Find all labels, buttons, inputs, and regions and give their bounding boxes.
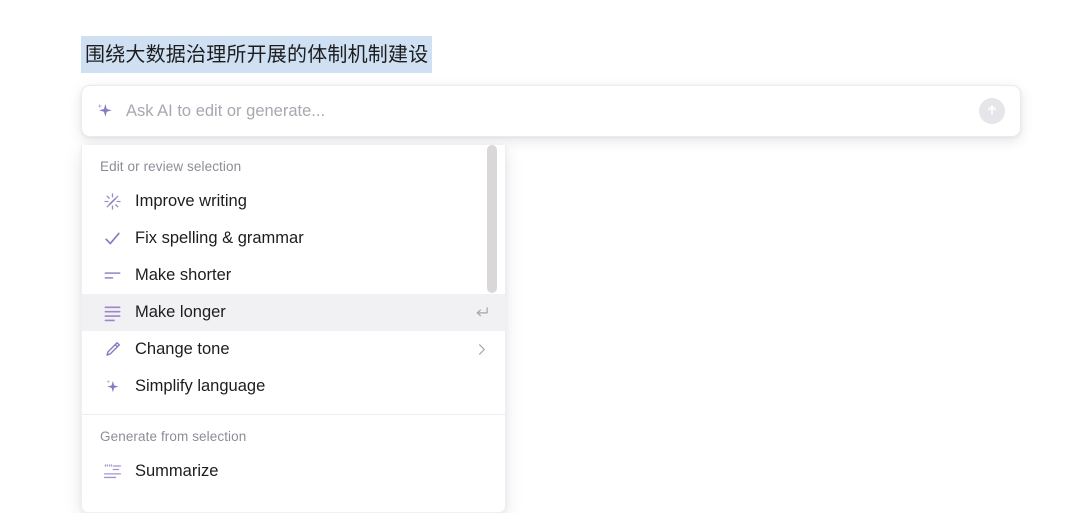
menu-item-simplify-language[interactable]: Simplify language [82,368,505,405]
check-icon [100,228,124,250]
lines-long-icon [100,302,124,324]
pencil-icon [100,339,124,361]
sparkle-burst-icon [100,191,124,213]
ai-actions-menu: Edit or review selection Improve writing… [81,145,506,513]
svg-text:““: ““ [104,463,112,473]
menu-item-fix-spelling-grammar[interactable]: Fix spelling & grammar [82,220,505,257]
section-title: Edit or review selection [100,159,242,174]
menu-item-improve-writing[interactable]: Improve writing [82,183,505,220]
sparkle-icon [82,101,126,122]
lines-short-icon [100,265,124,287]
arrow-up-circle-icon [984,102,1000,121]
menu-item-change-tone[interactable]: Change tone [82,331,505,368]
menu-item-label: Make shorter [135,266,232,285]
ai-prompt-input[interactable] [126,96,979,126]
menu-section-edit: Edit or review selection Improve writing… [82,145,505,405]
menu-scrollbar-track[interactable] [487,145,501,512]
menu-item-make-shorter[interactable]: Make shorter [82,257,505,294]
enter-key-hint-icon [471,304,491,321]
menu-scrollbar-thumb[interactable] [487,145,497,293]
document-text-area: 围绕大数据治理所开展的体制机制建设 [81,36,981,74]
menu-item-label: Change tone [135,340,230,359]
menu-item-label: Simplify language [135,377,266,396]
menu-item-make-longer[interactable]: Make longer [82,294,505,331]
menu-item-summarize[interactable]: ““ Summarize [82,453,505,490]
section-title: Generate from selection [100,429,247,444]
menu-section-generate: Generate from selection ““ Summarize [82,415,505,490]
ai-prompt-bar [81,85,1021,137]
chevron-right-icon [471,342,491,357]
menu-item-label: Fix spelling & grammar [135,229,304,248]
menu-item-label: Summarize [135,462,219,481]
quote-lines-icon: ““ [100,461,124,483]
menu-item-label: Improve writing [135,192,247,211]
sparkle-icon [100,376,124,398]
selected-text[interactable]: 围绕大数据治理所开展的体制机制建设 [81,36,433,73]
ai-assistant-overlay: 围绕大数据治理所开展的体制机制建设 Edit or review selecti… [0,0,1080,513]
menu-item-label: Make longer [135,303,226,322]
ai-submit-button[interactable] [979,98,1005,124]
